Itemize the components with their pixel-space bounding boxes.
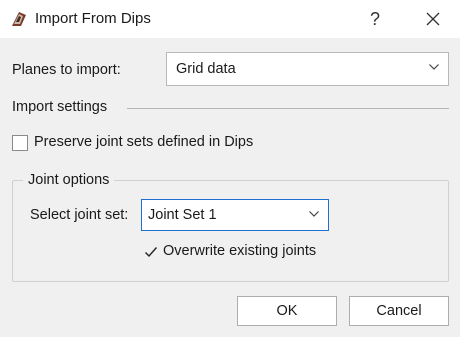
joint-options-title: Joint options [23,172,115,188]
import-settings-heading: Import settings [12,99,108,115]
chevron-down-icon [309,211,319,217]
help-button[interactable]: ? [361,4,389,34]
planes-dropdown[interactable]: Grid data [166,52,449,86]
dips-app-icon [12,12,26,26]
cancel-button[interactable]: Cancel [349,296,449,326]
close-button[interactable] [418,4,448,34]
import-settings-divider [127,108,449,109]
select-joint-set-label: Select joint set: [30,207,129,223]
close-icon [426,12,440,26]
overwrite-joints-checkbox[interactable] [144,245,158,259]
preserve-joint-sets-checkbox[interactable] [12,135,28,151]
joint-set-dropdown-value: Joint Set 1 [148,207,217,223]
joint-options-group [12,180,449,282]
window-title: Import From Dips [35,10,151,27]
ok-button[interactable]: OK [237,296,337,326]
chevron-down-icon [429,64,439,70]
title-bar: Import From Dips ? [0,0,460,38]
preserve-joint-sets-label: Preserve joint sets defined in Dips [34,134,254,150]
overwrite-joints-label: Overwrite existing joints [163,243,317,259]
planes-dropdown-value: Grid data [176,61,236,77]
import-dialog: Import From Dips ? Planes to import: Gri… [0,0,460,337]
planes-label: Planes to import: [12,62,121,78]
joint-set-dropdown[interactable]: Joint Set 1 [141,199,329,231]
